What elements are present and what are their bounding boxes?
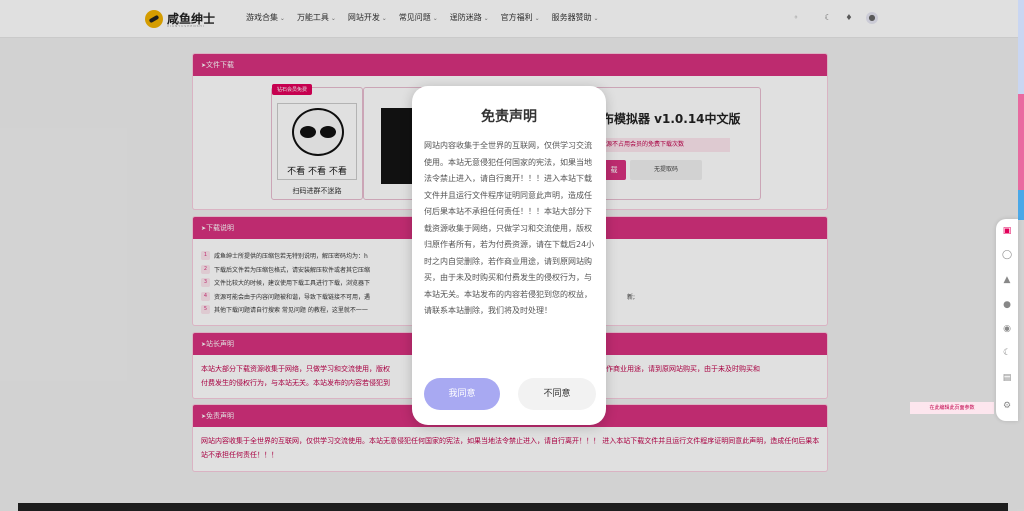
moon-icon[interactable]: ☾	[1001, 347, 1013, 359]
edge-stripe-blue	[1018, 190, 1024, 220]
cat-icon[interactable]: ▲	[1001, 274, 1013, 286]
modal-body: 网站内容收集于全世界的互联网，仅供学习交流使用。本站无意侵犯任何国家的宪法，如果…	[424, 141, 595, 315]
gift-icon[interactable]: ▣	[1001, 225, 1013, 237]
wechat-icon[interactable]: ◉	[1001, 323, 1013, 335]
disagree-button[interactable]: 不同意	[518, 378, 596, 410]
disclaimer-modal: 免责声明 网站内容收集于全世界的互联网，仅供学习交流使用。本站无意侵犯任何国家的…	[412, 86, 606, 425]
edge-stripe-top	[1018, 0, 1024, 100]
edge-stripe-pink	[1018, 94, 1024, 190]
chat-icon[interactable]: ◯	[1001, 249, 1013, 261]
floating-sidebar: ▣ ◯ ▲ ● ◉ ☾ ▤ ⚙	[996, 219, 1018, 421]
modal-title: 免责声明	[481, 109, 537, 125]
qq-icon[interactable]: ●	[1001, 299, 1013, 311]
gear-icon[interactable]: ⚙	[1001, 400, 1013, 412]
doc-icon[interactable]: ▤	[1001, 372, 1013, 384]
edit-page-tip[interactable]: 在此编辑此页面参数	[910, 402, 994, 414]
agree-button[interactable]: 我同意	[424, 378, 500, 410]
